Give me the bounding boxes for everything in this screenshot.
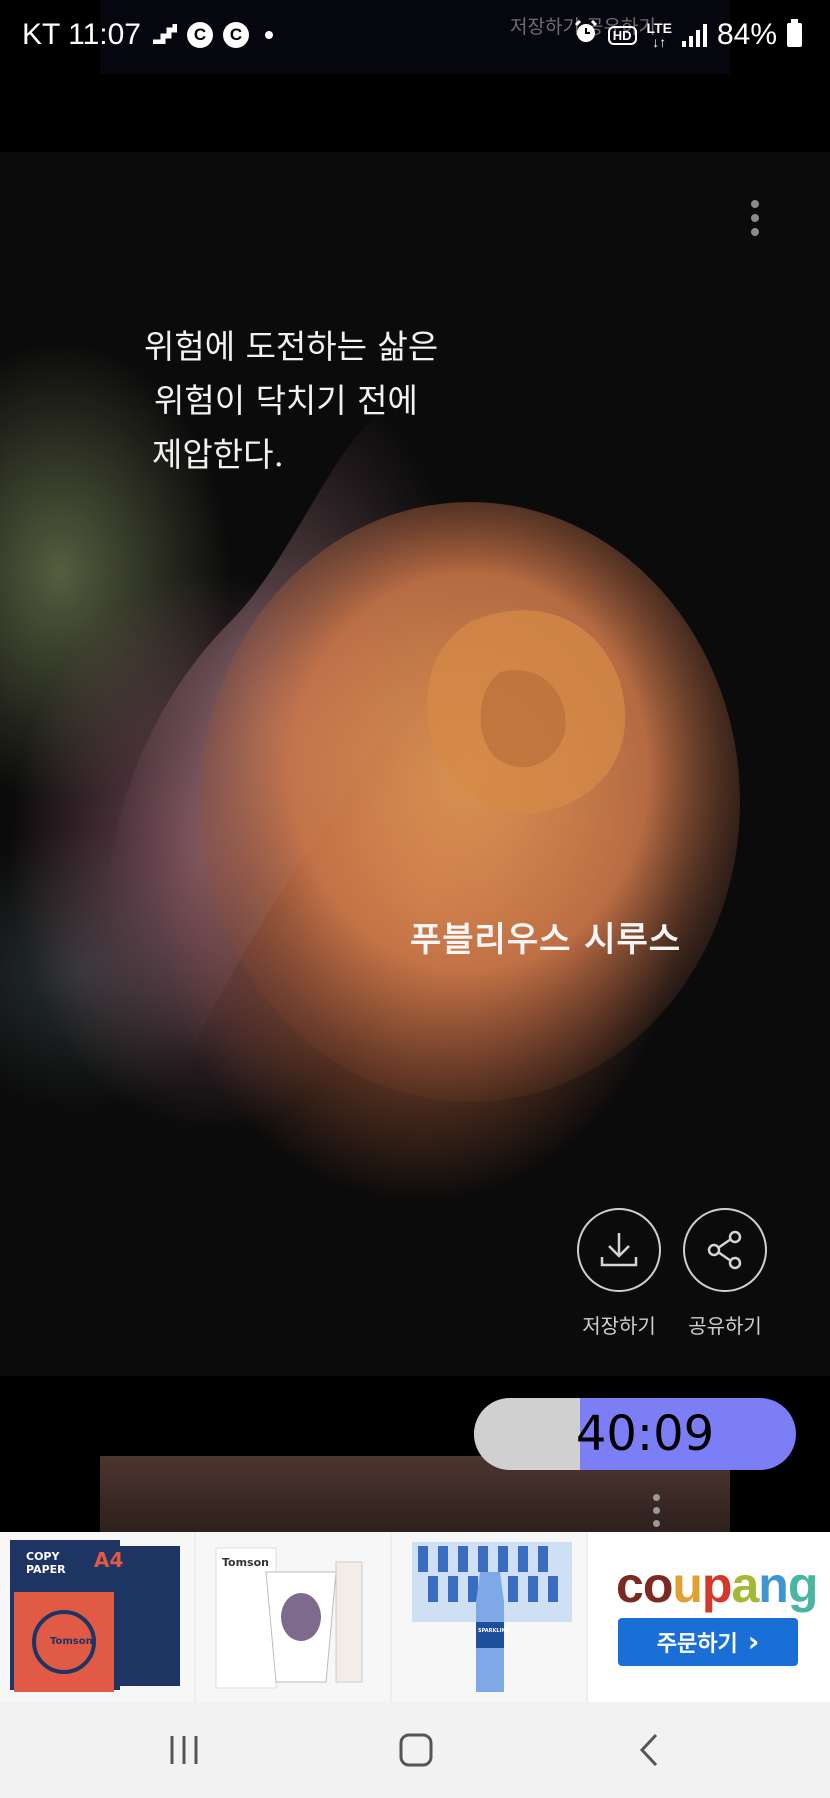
share-label: 공유하기 — [688, 1314, 762, 1338]
coupang-logo-letter: u — [672, 1557, 703, 1613]
coupang-logo-letter: c — [616, 1557, 644, 1613]
ad-banner[interactable]: COPY PAPER A4 Tomson Tomson SPARKLING co… — [0, 1532, 830, 1702]
quote-text: 위험에 도전하는 삶은 위험이 닥치기 전에 제압한다. — [144, 320, 438, 482]
save-label: 저장하기 — [582, 1314, 656, 1338]
signal-icon — [681, 23, 707, 47]
coupang-logo-letter: a — [731, 1557, 759, 1613]
back-icon[interactable] — [632, 1732, 668, 1772]
save-button[interactable]: 저장하기 — [569, 1208, 669, 1339]
ad-product-sparkling-water[interactable]: SPARKLING — [392, 1532, 588, 1702]
more-notifications-dot-icon — [264, 31, 273, 39]
more-options-icon[interactable] — [748, 200, 762, 236]
c-badge-icon: C — [186, 22, 213, 48]
data-saver-icon — [151, 18, 178, 52]
next-card-more-icon[interactable] — [653, 1494, 660, 1527]
carrier-time: KT 11:07 — [22, 18, 141, 51]
copy-paper-brand: Tomson — [50, 1636, 93, 1647]
hd-voice-icon: HD — [607, 25, 637, 45]
chevron-right-icon: › — [747, 1625, 760, 1658]
ad-product-copy-paper[interactable]: COPY PAPER A4 Tomson — [0, 1532, 196, 1702]
coupang-logo-letter: p — [701, 1557, 733, 1613]
status-bar: 저장하기 공유하기 KT 11:07 C C HD LTE ↓↑ 84% — [0, 0, 830, 80]
timer-pill[interactable]: 40:09 — [474, 1398, 796, 1470]
share-icon[interactable] — [683, 1208, 767, 1292]
battery-percent: 84% — [716, 18, 777, 51]
navigation-bar — [0, 1702, 830, 1798]
quote-card[interactable]: 위험에 도전하는 삶은 위험이 닥치기 전에 제압한다. 푸블리우스 시루스 저… — [0, 152, 830, 1376]
coupang-logo-letter: n — [758, 1557, 789, 1613]
ad-product-paper-cups[interactable]: Tomson — [196, 1532, 392, 1702]
alarm-icon — [574, 18, 598, 52]
copy-paper-size: A4 — [94, 1548, 124, 1572]
quote-line-2: 위험이 닥치기 전에 — [154, 381, 418, 420]
order-button-label: 주문하기 — [656, 1632, 738, 1657]
sparkling-water-brand: SPARKLING — [478, 1628, 510, 1634]
battery-icon — [787, 19, 802, 47]
share-button[interactable]: 공유하기 — [675, 1208, 775, 1339]
paper-cups-brand: Tomson — [222, 1556, 269, 1569]
c-badge-icon-2: C — [222, 22, 249, 48]
coupang-logo-letter: g — [787, 1557, 819, 1613]
quote-line-3: 제압한다. — [152, 435, 284, 474]
coupang-logo[interactable]: coupang — [616, 1556, 819, 1614]
quote-line-1: 위험에 도전하는 삶은 — [144, 327, 439, 366]
quote-author: 푸블리우스 시루스 — [410, 920, 682, 960]
timer-value: 40:09 — [575, 1406, 715, 1462]
status-left: KT 11:07 C C — [22, 18, 273, 52]
recent-apps-icon[interactable] — [166, 1732, 202, 1772]
order-button[interactable]: 주문하기 › — [618, 1618, 798, 1666]
coupang-logo-letter: o — [642, 1557, 674, 1613]
status-right: HD LTE ↓↑ 84% — [574, 18, 802, 52]
lte-label: LTE — [646, 20, 672, 36]
copy-paper-label: COPY PAPER — [26, 1550, 66, 1576]
home-icon[interactable] — [398, 1732, 434, 1772]
download-icon[interactable] — [577, 1208, 661, 1292]
lte-icon: LTE ↓↑ — [646, 20, 672, 50]
sparkling-water-image — [412, 1542, 572, 1692]
